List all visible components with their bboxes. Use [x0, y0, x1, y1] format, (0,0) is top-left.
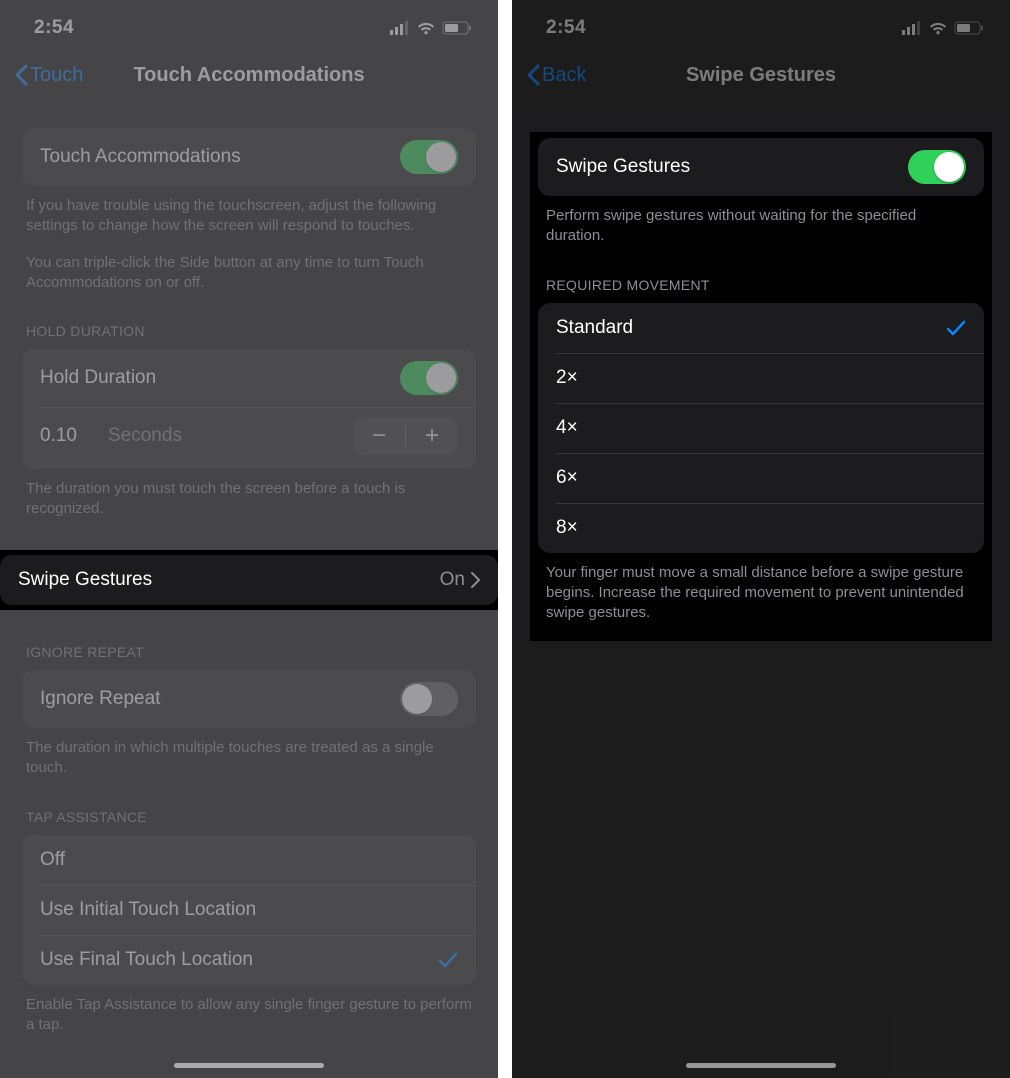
back-button[interactable]: Touch — [14, 64, 83, 87]
footer-text: The duration you must touch the screen b… — [22, 469, 476, 520]
chevron-right-icon — [471, 572, 480, 588]
hold-duration-stepper-row: 0.10 Seconds − + — [22, 407, 476, 469]
status-bar: 2:54 — [512, 0, 1010, 48]
row-label: Swipe Gestures — [556, 156, 908, 178]
section-header: REQUIRED MOVEMENT — [538, 247, 984, 303]
home-indicator[interactable] — [174, 1063, 324, 1068]
tap-assist-option[interactable]: Off — [22, 835, 476, 885]
home-indicator[interactable] — [686, 1063, 836, 1068]
cellular-icon — [902, 21, 922, 35]
tap-assist-option[interactable]: Use Initial Touch Location — [22, 885, 476, 935]
hold-duration-toggle-row[interactable]: Hold Duration — [22, 349, 476, 407]
hold-duration-value: 0.10 — [40, 425, 98, 447]
row-value: On — [440, 569, 465, 591]
swipe-gestures-toggle-row[interactable]: Swipe Gestures — [538, 138, 984, 196]
stepper: − + — [353, 417, 458, 455]
footer-text: You can triple-click the Side button at … — [22, 237, 476, 294]
chevron-left-icon — [14, 64, 28, 86]
back-label: Back — [542, 64, 586, 87]
row-label: Swipe Gestures — [18, 569, 440, 591]
swipe-gestures-row[interactable]: Swipe Gestures On — [0, 555, 498, 605]
left-screenshot: 2:54 Touch Touch Accommodations Touch A — [0, 0, 498, 1078]
nav-title: Swipe Gestures — [512, 64, 1010, 87]
movement-option[interactable]: 4× — [538, 403, 984, 453]
hold-duration-unit: Seconds — [98, 425, 353, 447]
toggle-on-icon[interactable] — [400, 361, 458, 395]
stepper-plus-button[interactable]: + — [406, 417, 458, 455]
wifi-icon — [416, 21, 436, 35]
toggle-off-icon[interactable] — [400, 682, 458, 716]
row-label: Off — [40, 849, 458, 871]
stepper-minus-button[interactable]: − — [353, 417, 405, 455]
status-time: 2:54 — [34, 17, 74, 39]
section-header: IGNORE REPEAT — [22, 614, 476, 670]
checkmark-icon — [438, 951, 458, 969]
movement-option[interactable]: 2× — [538, 353, 984, 403]
toggle-on-icon[interactable] — [908, 150, 966, 184]
footer-text: The duration in which multiple touches a… — [22, 728, 476, 779]
movement-option[interactable]: 8× — [538, 503, 984, 553]
row-label: Hold Duration — [40, 367, 400, 389]
back-label: Touch — [30, 64, 83, 87]
nav-bar: Touch Touch Accommodations — [0, 48, 498, 102]
status-bar: 2:54 — [0, 0, 498, 48]
touch-accommodations-toggle-row[interactable]: Touch Accommodations — [22, 128, 476, 186]
hold-duration-group: Hold Duration 0.10 Seconds − + — [22, 349, 476, 469]
wifi-icon — [928, 21, 948, 35]
footer-text: Perform swipe gestures without waiting f… — [538, 196, 984, 247]
footer-text: If you have trouble using the touchscree… — [22, 186, 476, 237]
battery-icon — [954, 21, 984, 35]
checkmark-icon — [946, 319, 966, 337]
status-time: 2:54 — [546, 17, 586, 39]
right-screenshot: 2:54 Back Swipe Gestures Swipe — [512, 0, 1010, 1078]
toggle-on-icon[interactable] — [400, 140, 458, 174]
ignore-repeat-group: Ignore Repeat — [22, 670, 476, 728]
row-label: 8× — [556, 517, 966, 539]
tap-assist-option[interactable]: Use Final Touch Location — [22, 935, 476, 985]
ignore-repeat-toggle-row[interactable]: Ignore Repeat — [22, 670, 476, 728]
row-label: Touch Accommodations — [40, 146, 400, 168]
movement-option[interactable]: Standard — [538, 303, 984, 353]
row-label: 6× — [556, 467, 966, 489]
row-label: 2× — [556, 367, 966, 389]
touch-accommodations-group: Touch Accommodations — [22, 128, 476, 186]
chevron-left-icon — [526, 64, 540, 86]
swipe-gestures-group: Swipe Gestures On — [0, 555, 498, 605]
tap-assistance-group: Off Use Initial Touch Location Use Final… — [22, 835, 476, 985]
row-label: Use Initial Touch Location — [40, 899, 458, 921]
movement-option[interactable]: 6× — [538, 453, 984, 503]
nav-bar: Back Swipe Gestures — [512, 48, 1010, 102]
swipe-gestures-toggle-group: Swipe Gestures — [538, 138, 984, 196]
section-header: TAP ASSISTANCE — [22, 779, 476, 835]
row-label: 4× — [556, 417, 966, 439]
section-header: HOLD DURATION — [22, 293, 476, 349]
footer-text: Your finger must move a small distance b… — [538, 553, 984, 624]
row-label: Use Final Touch Location — [40, 949, 438, 971]
back-button[interactable]: Back — [526, 64, 586, 87]
row-label: Ignore Repeat — [40, 688, 400, 710]
battery-icon — [442, 21, 472, 35]
row-label: Standard — [556, 317, 946, 339]
cellular-icon — [390, 21, 410, 35]
required-movement-group: Standard 2× 4× 6× 8× — [538, 303, 984, 553]
footer-text: Enable Tap Assistance to allow any singl… — [22, 985, 476, 1036]
